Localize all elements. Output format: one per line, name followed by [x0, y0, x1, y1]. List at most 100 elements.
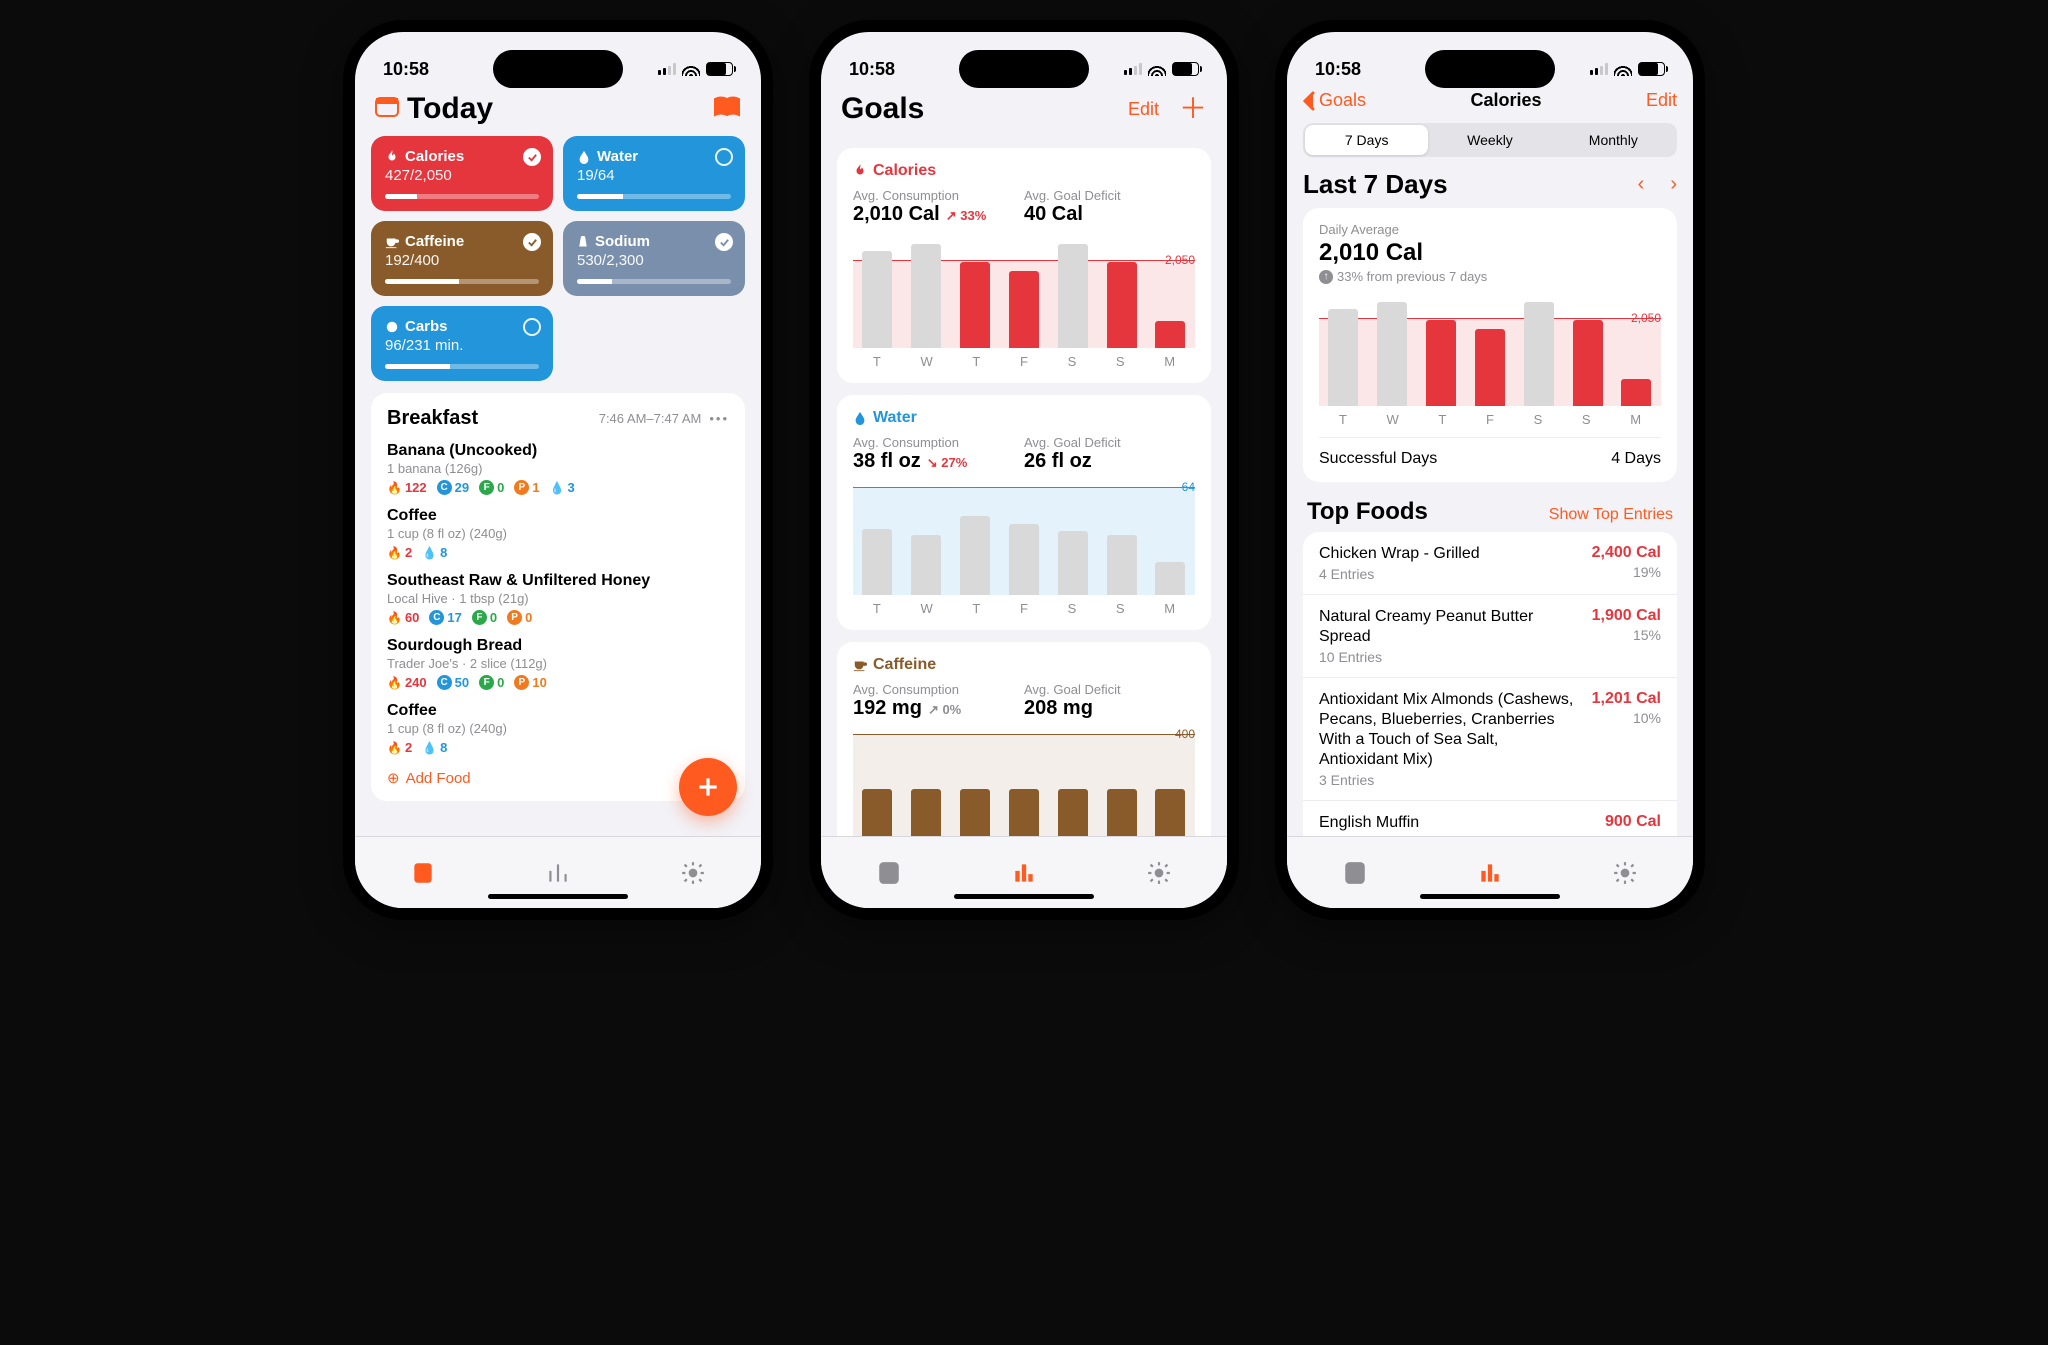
- home-indicator[interactable]: [1420, 894, 1560, 899]
- check-icon: [523, 233, 541, 251]
- tab-diary[interactable]: [1342, 860, 1368, 886]
- macro-c-value: 17: [447, 610, 461, 625]
- food-item[interactable]: Banana (Uncooked) 1 banana (126g) 🔥122C2…: [387, 442, 729, 495]
- page-title: Calories: [1470, 90, 1541, 111]
- macro-w-icon: 💧: [422, 546, 437, 560]
- page-title: Today: [407, 92, 493, 126]
- grain-icon: [385, 320, 399, 334]
- macro-f-value: 0: [497, 480, 504, 495]
- goal-card-calories[interactable]: Calories Avg. Consumption2,010 Cal↗ 33% …: [837, 148, 1211, 383]
- seg-7days[interactable]: 7 Days: [1305, 125, 1428, 155]
- avg-value: 2,010 Cal: [853, 203, 940, 225]
- seg-monthly[interactable]: Monthly: [1552, 125, 1675, 155]
- status-bar: 10:58: [821, 32, 1227, 88]
- add-fab[interactable]: [679, 758, 737, 816]
- macro-cal-value: 240: [405, 675, 427, 690]
- macro-cal-icon: 🔥: [387, 741, 402, 755]
- show-top-entries-button[interactable]: Show Top Entries: [1549, 506, 1673, 524]
- food-percent: 15%: [1592, 627, 1661, 643]
- diary-icon[interactable]: [713, 95, 741, 124]
- food-name: English Muffin: [1319, 813, 1419, 833]
- macro-cal-value: 60: [405, 610, 419, 625]
- macro-cal-icon: 🔥: [387, 481, 402, 495]
- tile-label: Water: [597, 148, 638, 165]
- daily-average-value: 2,010 Cal: [1319, 239, 1661, 267]
- food-item[interactable]: Coffee 1 cup (8 fl oz) (240g) 🔥2💧8: [387, 702, 729, 755]
- top-food-item[interactable]: English Muffin6 Entries 900 Cal7%: [1303, 801, 1677, 836]
- food-entries: 3 Entries: [1319, 772, 1579, 788]
- tab-settings[interactable]: [1612, 860, 1638, 886]
- home-indicator[interactable]: [488, 894, 628, 899]
- tab-goals[interactable]: [1477, 860, 1503, 886]
- tile-label: Sodium: [595, 233, 650, 250]
- tab-settings[interactable]: [680, 860, 706, 886]
- add-food-button[interactable]: ⊕Add Food: [387, 769, 729, 787]
- food-name: Southeast Raw & Unfiltered Honey: [387, 572, 729, 590]
- seg-weekly[interactable]: Weekly: [1428, 125, 1551, 155]
- prev-range-button[interactable]: ‹: [1638, 173, 1645, 196]
- tile-water[interactable]: Water 19/64: [563, 136, 745, 211]
- tile-label: Calories: [405, 148, 464, 165]
- tab-diary[interactable]: [876, 860, 902, 886]
- tile-carbs[interactable]: Carbs 96/231 min.: [371, 306, 553, 381]
- macro-c-value: 29: [455, 480, 469, 495]
- goal-name: Calories: [873, 162, 936, 180]
- successful-days-label: Successful Days: [1319, 450, 1437, 468]
- home-indicator[interactable]: [954, 894, 1094, 899]
- cup-icon: [385, 235, 399, 249]
- macro-p-value: 1: [532, 480, 539, 495]
- tile-sodium[interactable]: Sodium 530/2,300: [563, 221, 745, 296]
- macro-w-value: 8: [440, 545, 447, 560]
- macro-f-icon: F: [479, 675, 494, 690]
- macro-w-icon: 💧: [422, 741, 437, 755]
- calendar-icon[interactable]: [375, 95, 399, 123]
- macro-p-value: 10: [532, 675, 546, 690]
- back-button[interactable]: Goals: [1303, 90, 1366, 111]
- macro-c-value: 50: [455, 675, 469, 690]
- status-time: 10:58: [1315, 59, 1361, 80]
- food-item[interactable]: Southeast Raw & Unfiltered Honey Local H…: [387, 572, 729, 625]
- page-title: Goals: [841, 92, 924, 126]
- edit-button[interactable]: Edit: [1646, 90, 1677, 111]
- add-goal-button[interactable]: ＋: [1179, 95, 1207, 123]
- food-name: Chicken Wrap - Grilled: [1319, 544, 1480, 564]
- food-name: Coffee: [387, 507, 729, 525]
- next-range-button[interactable]: ›: [1670, 173, 1677, 196]
- drop-icon: [853, 411, 867, 425]
- tab-settings[interactable]: [1146, 860, 1172, 886]
- tile-caffeine[interactable]: Caffeine 192/400: [371, 221, 553, 296]
- goal-card-caffeine[interactable]: Caffeine Avg. Consumption192 mg↗ 0% Avg.…: [837, 642, 1211, 836]
- macro-c-icon: C: [437, 675, 452, 690]
- more-icon[interactable]: •••: [709, 411, 729, 426]
- trend-value: ↘ 27%: [927, 455, 968, 470]
- tab-goals[interactable]: [1011, 860, 1037, 886]
- range-segment[interactable]: 7 DaysWeeklyMonthly: [1303, 123, 1677, 157]
- macro-p-value: 0: [525, 610, 532, 625]
- food-item[interactable]: Sourdough Bread Trader Joe's · 2 slice (…: [387, 637, 729, 690]
- deficit-label: Avg. Goal Deficit: [1024, 435, 1195, 450]
- macro-p-icon: P: [514, 675, 529, 690]
- food-sub: Local Hive · 1 tbsp (21g): [387, 591, 729, 606]
- top-food-item[interactable]: Antioxidant Mix Almonds (Cashews, Pecans…: [1303, 678, 1677, 801]
- salt-icon: [577, 235, 589, 249]
- status-time: 10:58: [849, 59, 895, 80]
- macro-c-icon: C: [429, 610, 444, 625]
- macro-cal-value: 2: [405, 740, 412, 755]
- tab-diary[interactable]: [410, 860, 436, 886]
- food-calories: 900 Cal: [1605, 813, 1661, 831]
- goal-card-water[interactable]: Water Avg. Consumption38 fl oz↘ 27% Avg.…: [837, 395, 1211, 630]
- top-food-item[interactable]: Chicken Wrap - Grilled4 Entries 2,400 Ca…: [1303, 532, 1677, 595]
- tile-label: Caffeine: [405, 233, 464, 250]
- edit-button[interactable]: Edit: [1128, 99, 1159, 120]
- food-item[interactable]: Coffee 1 cup (8 fl oz) (240g) 🔥2💧8: [387, 507, 729, 560]
- wifi-icon: [682, 62, 700, 76]
- tab-goals[interactable]: [545, 860, 571, 886]
- tile-calories[interactable]: Calories 427/2,050: [371, 136, 553, 211]
- check-icon: [715, 233, 733, 251]
- food-name: Sourdough Bread: [387, 637, 729, 655]
- macro-cal-value: 122: [405, 480, 427, 495]
- successful-days-value: 4 Days: [1611, 450, 1661, 468]
- cellular-icon: [1124, 63, 1142, 75]
- top-food-item[interactable]: Natural Creamy Peanut Butter Spread10 En…: [1303, 595, 1677, 678]
- tile-value: 19/64: [577, 167, 731, 184]
